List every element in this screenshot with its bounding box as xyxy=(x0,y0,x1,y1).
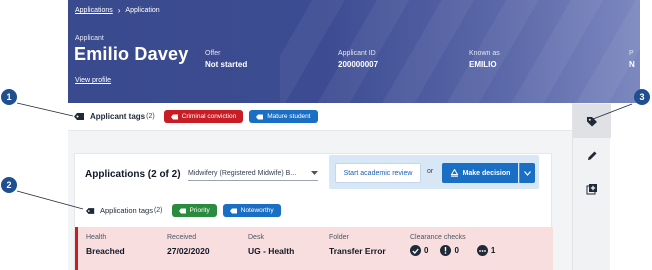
tag-icon xyxy=(256,114,264,119)
received-value: 27/02/2020 xyxy=(167,246,210,256)
clearance-passed[interactable]: 0 xyxy=(410,245,428,256)
breadcrumb-applications-link[interactable]: Applications xyxy=(75,7,113,14)
offer-value: Not started xyxy=(205,60,248,69)
applicant-tags-count: (2) xyxy=(146,113,155,120)
clearance-label: Clearance checks xyxy=(410,234,466,241)
chevron-down-icon xyxy=(311,171,318,175)
known-as-field: Known as EMILIO xyxy=(469,50,500,69)
side-panel xyxy=(572,103,611,270)
breadcrumb: Applications › Application xyxy=(75,6,160,15)
application-tags-count: (2) xyxy=(153,207,163,214)
clearance-column: Clearance checks 0 0 1 xyxy=(410,234,495,256)
tag-mature-student[interactable]: Mature student xyxy=(249,110,318,123)
clearance-checks: 0 0 1 xyxy=(410,245,495,256)
tag-label: Priority xyxy=(189,207,210,214)
received-label: Received xyxy=(167,234,197,241)
clearance-pending-count: 1 xyxy=(490,246,496,255)
application-page: Applications › Application Applicant Emi… xyxy=(0,0,652,270)
exclamation-circle-icon xyxy=(440,245,452,256)
program-select[interactable]: Midwifery (Registered Midwife) B... xyxy=(188,167,318,181)
tag-icon xyxy=(86,207,95,215)
header-decoration xyxy=(280,0,640,103)
tag-icon xyxy=(178,208,186,213)
callout-1-line xyxy=(16,102,74,117)
applicant-id-field: Applicant ID 200000007 xyxy=(338,50,378,69)
add-document-side-button[interactable] xyxy=(573,172,611,206)
health-value: Breached xyxy=(86,246,125,256)
tag-label: Noteworthy xyxy=(240,207,274,214)
tag-icon xyxy=(587,116,597,126)
tag-icon xyxy=(229,208,237,213)
applicant-tags-row: Applicant tags (2) Criminal conviction M… xyxy=(74,110,318,123)
check-circle-icon xyxy=(410,245,421,256)
add-document-icon xyxy=(586,184,597,195)
gavel-icon xyxy=(450,169,458,177)
applicant-header: Applications › Application Applicant Emi… xyxy=(68,0,640,103)
make-decision-menu-button[interactable] xyxy=(519,163,535,183)
desk-column: Desk UG - Health xyxy=(248,234,294,256)
decision-actions: Start academic review or Make decision xyxy=(329,155,539,189)
application-tags-title: Application tags xyxy=(100,206,153,215)
cutoff-field: P N xyxy=(629,50,635,69)
folder-value: Transfer Error xyxy=(329,246,386,256)
health-label: Health xyxy=(86,234,107,241)
applicant-label: Applicant xyxy=(75,35,104,42)
known-as-label: Known as xyxy=(469,50,500,57)
program-select-value: Midwifery (Registered Midwife) B... xyxy=(188,170,297,177)
applications-title: Applications (2 of 2) xyxy=(85,169,181,180)
view-profile-link[interactable]: View profile xyxy=(75,77,111,84)
clearance-pending[interactable]: 1 xyxy=(476,245,496,256)
cutoff-value: N xyxy=(629,60,635,69)
applicant-name: Emilio Davey xyxy=(74,44,189,64)
tag-icon xyxy=(74,112,85,121)
callout-1: 1 xyxy=(1,89,17,105)
tag-label: Criminal conviction xyxy=(181,113,237,120)
folder-label: Folder xyxy=(329,234,349,241)
callout-3: 3 xyxy=(634,89,650,105)
offer-label: Offer xyxy=(205,50,221,57)
applicant-tags-title: Applicant tags xyxy=(90,112,146,121)
applicant-id-value: 200000007 xyxy=(338,60,379,69)
health-column: Health Breached xyxy=(86,234,125,256)
clearance-passed-count: 0 xyxy=(424,246,429,255)
tag-criminal-conviction[interactable]: Criminal conviction xyxy=(163,110,244,123)
chevron-down-icon xyxy=(524,170,531,176)
desk-label: Desk xyxy=(248,234,264,241)
known-as-value: EMILIO xyxy=(469,60,497,69)
make-decision-button[interactable]: Make decision xyxy=(442,163,518,183)
callout-2: 2 xyxy=(1,177,17,193)
edit-side-button[interactable] xyxy=(573,138,611,172)
application-summary-row[interactable]: Health Breached Received 27/02/2020 Desk… xyxy=(75,227,553,270)
tag-priority[interactable]: Priority xyxy=(171,204,217,217)
clearance-warnings-count: 0 xyxy=(454,246,459,255)
cutoff-label: P xyxy=(629,50,634,57)
tag-noteworthy[interactable]: Noteworthy xyxy=(222,204,281,217)
more-circle-icon xyxy=(476,245,488,256)
pencil-icon xyxy=(587,151,596,160)
breadcrumb-separator: › xyxy=(117,6,121,15)
tag-icon xyxy=(170,114,178,119)
application-tags-row: Application tags (2) Priority Noteworthy xyxy=(86,204,281,217)
tags-side-button[interactable] xyxy=(573,104,611,138)
offer-field: Offer Not started xyxy=(205,50,247,69)
or-label: or xyxy=(427,168,434,175)
applicant-id-label: Applicant ID xyxy=(338,50,376,57)
breadcrumb-current: Application xyxy=(125,7,160,14)
desk-value: UG - Health xyxy=(248,246,295,256)
start-academic-review-button[interactable]: Start academic review xyxy=(335,163,421,183)
tag-label: Mature student xyxy=(267,113,311,120)
make-decision-label: Make decision xyxy=(462,169,511,177)
clearance-warnings[interactable]: 0 xyxy=(440,245,459,256)
folder-column: Folder Transfer Error xyxy=(329,234,386,256)
received-column: Received 27/02/2020 xyxy=(167,234,210,256)
